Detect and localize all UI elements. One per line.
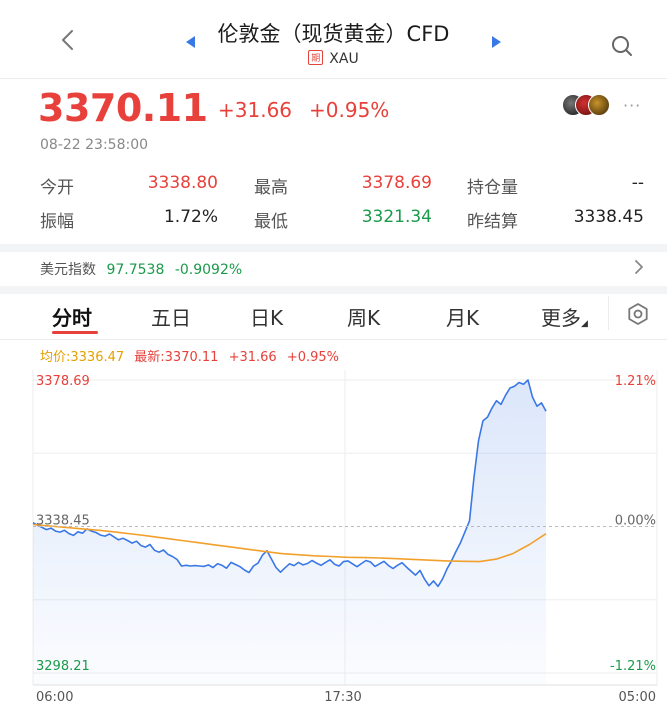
y-left-mid-label: 3338.45 (36, 514, 90, 529)
header-divider (0, 78, 667, 79)
tab-daily-k[interactable]: 日K (250, 302, 283, 331)
open-interest-label: 持仓量 (467, 178, 518, 198)
tab-more[interactable]: 更多◢ (541, 302, 588, 331)
settle-value: 3338.45 (573, 207, 644, 227)
x-end-label: 05:00 (619, 690, 656, 705)
more-options-icon[interactable]: ··· (623, 96, 641, 115)
intraday-chart[interactable]: 3378.69 3338.45 3298.21 1.21% 0.00% -1.2… (0, 362, 667, 717)
amplitude-value: 1.72% (163, 207, 218, 227)
search-icon[interactable] (610, 34, 634, 58)
last-price: 3370.11 (38, 86, 208, 130)
section-gap (0, 286, 667, 294)
open-value: 3338.80 (147, 173, 218, 193)
low-label: 最低 (254, 212, 288, 232)
tab-five-day[interactable]: 五日 (151, 302, 191, 331)
usd-index-change: -0.9092% (174, 262, 243, 278)
tab-monthly-k[interactable]: 月K (446, 302, 479, 331)
tabs-divider (0, 339, 667, 340)
tab-weekly-k[interactable]: 周K (347, 302, 380, 331)
next-instrument-icon[interactable] (491, 36, 501, 48)
open-label: 今开 (40, 178, 74, 198)
y-right-mid-label: 0.00% (615, 514, 656, 529)
usd-index-label: 美元指数 (40, 262, 96, 278)
x-mid-label: 17:30 (324, 690, 361, 705)
avatar (588, 94, 610, 116)
low-value: 3321.34 (361, 207, 432, 227)
symbol-line: 期 XAU (0, 50, 667, 67)
usd-index-row[interactable]: 美元指数 97.7538 -0.9092% (40, 259, 242, 279)
chevron-right-icon[interactable] (634, 259, 644, 275)
symbol-code: XAU (329, 51, 359, 67)
quote-time: 08-22 23:58:00 (40, 137, 149, 153)
active-tab-indicator (52, 331, 98, 334)
usd-index-value: 97.7538 (106, 262, 165, 278)
price-change: +31.66 (218, 98, 293, 122)
high-value: 3378.69 (361, 173, 432, 193)
settle-label: 昨结算 (467, 212, 518, 232)
page-title: 伦敦金（现货黄金）CFD (217, 22, 450, 46)
y-left-top-label: 3378.69 (36, 374, 90, 389)
tab-separator (608, 296, 609, 330)
y-left-bottom-label: 3298.21 (36, 659, 90, 674)
y-right-top-label: 1.21% (615, 374, 656, 389)
high-label: 最高 (254, 178, 288, 198)
open-interest-value: -- (631, 173, 644, 193)
chart-tabs: 分时 五日 日K 周K 月K 更多◢ (0, 302, 667, 331)
futures-badge: 期 (308, 50, 324, 65)
section-gap (0, 244, 667, 252)
x-start-label: 06:00 (36, 690, 73, 705)
watcher-avatars[interactable] (562, 94, 622, 116)
tab-intraday[interactable]: 分时 (52, 302, 92, 331)
y-right-bottom-label: -1.21% (610, 659, 656, 674)
price-area (33, 380, 546, 685)
caret-down-icon: ◢ (581, 319, 588, 329)
tab-more-label: 更多 (541, 306, 581, 330)
amplitude-label: 振幅 (40, 212, 74, 232)
settings-icon[interactable] (626, 302, 650, 326)
price-change-pct: +0.95% (309, 98, 390, 122)
